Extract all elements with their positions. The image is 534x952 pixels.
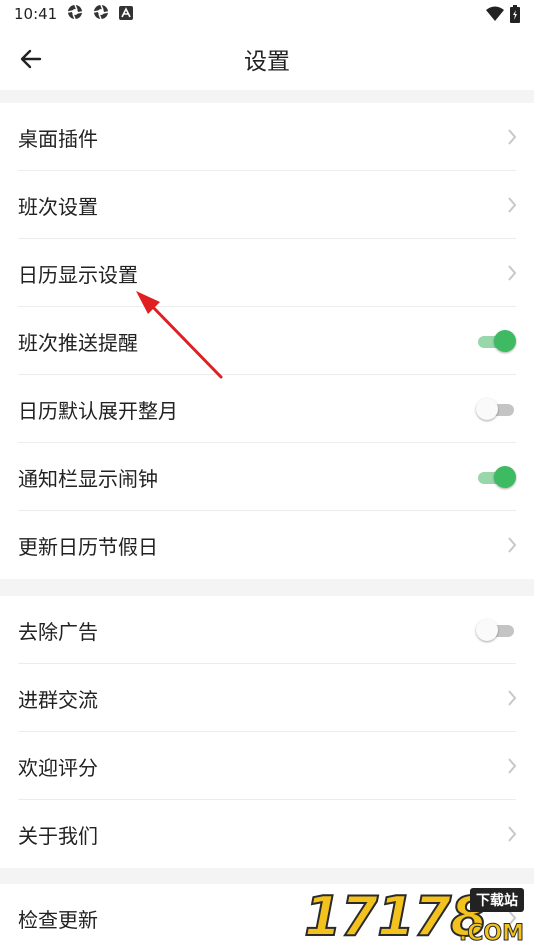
back-button[interactable]	[16, 46, 46, 72]
page-title: 设置	[244, 49, 290, 75]
aperture-icon	[67, 4, 83, 24]
wifi-icon	[486, 6, 504, 26]
setting-about-us[interactable]: 关于我们	[0, 800, 534, 868]
setting-label: 进群交流	[18, 687, 98, 712]
aperture-icon	[93, 4, 109, 24]
chevron-right-icon	[508, 690, 517, 706]
chevron-right-icon	[508, 197, 517, 213]
setting-calendar-display[interactable]: 日历显示设置	[0, 239, 534, 307]
chevron-right-icon	[508, 826, 517, 842]
remove-ads-toggle[interactable]	[476, 618, 516, 642]
chevron-right-icon	[508, 758, 517, 774]
setting-update-holidays[interactable]: 更新日历节假日	[0, 511, 534, 579]
setting-label: 班次推送提醒	[18, 330, 138, 355]
chevron-right-icon	[508, 265, 517, 281]
setting-label: 欢迎评分	[18, 755, 98, 780]
setting-desktop-widget[interactable]: 桌面插件	[0, 103, 534, 171]
watermark-suffix: .COM	[458, 921, 524, 947]
toggle-knob	[476, 398, 498, 420]
setting-label: 检查更新	[18, 907, 98, 932]
status-bar: 10:41	[0, 0, 534, 28]
setting-shift-push-reminder[interactable]: 班次推送提醒	[0, 307, 534, 375]
watermark-tag: 下载站	[470, 888, 524, 912]
watermark-logo: 17178 下载站 .COM	[303, 880, 530, 950]
arrow-left-icon	[20, 49, 42, 69]
settings-group-misc: 去除广告 进群交流 欢迎评分 关于我们	[0, 596, 534, 868]
status-time: 10:41	[14, 5, 58, 23]
setting-label: 关于我们	[18, 823, 98, 848]
setting-label: 桌面插件	[18, 126, 98, 151]
chevron-right-icon	[508, 537, 517, 553]
setting-label: 日历默认展开整月	[18, 398, 178, 423]
setting-notification-alarm[interactable]: 通知栏显示闹钟	[0, 443, 534, 511]
notification-alarm-toggle[interactable]	[476, 465, 516, 489]
setting-label: 更新日历节假日	[18, 534, 158, 559]
settings-group-main: 桌面插件 班次设置 日历显示设置 班次推送提醒 日历默认展开整月 通知栏显示闹钟	[0, 103, 534, 579]
app-header: 设置	[0, 28, 534, 90]
calendar-expand-month-toggle[interactable]	[476, 397, 516, 421]
toggle-knob	[494, 330, 516, 352]
battery-charging-icon	[510, 5, 520, 27]
setting-calendar-expand-month[interactable]: 日历默认展开整月	[0, 375, 534, 443]
setting-rate-app[interactable]: 欢迎评分	[0, 732, 534, 800]
shift-push-reminder-toggle[interactable]	[476, 329, 516, 353]
setting-label: 日历显示设置	[18, 262, 138, 287]
a-box-icon	[119, 5, 134, 24]
toggle-knob	[476, 619, 498, 641]
chevron-right-icon	[508, 129, 517, 145]
setting-shift-settings[interactable]: 班次设置	[0, 171, 534, 239]
setting-join-group[interactable]: 进群交流	[0, 664, 534, 732]
toggle-knob	[494, 466, 516, 488]
setting-label: 通知栏显示闹钟	[18, 466, 158, 491]
setting-label: 班次设置	[18, 194, 98, 219]
setting-label: 去除广告	[18, 619, 98, 644]
setting-remove-ads[interactable]: 去除广告	[0, 596, 534, 664]
